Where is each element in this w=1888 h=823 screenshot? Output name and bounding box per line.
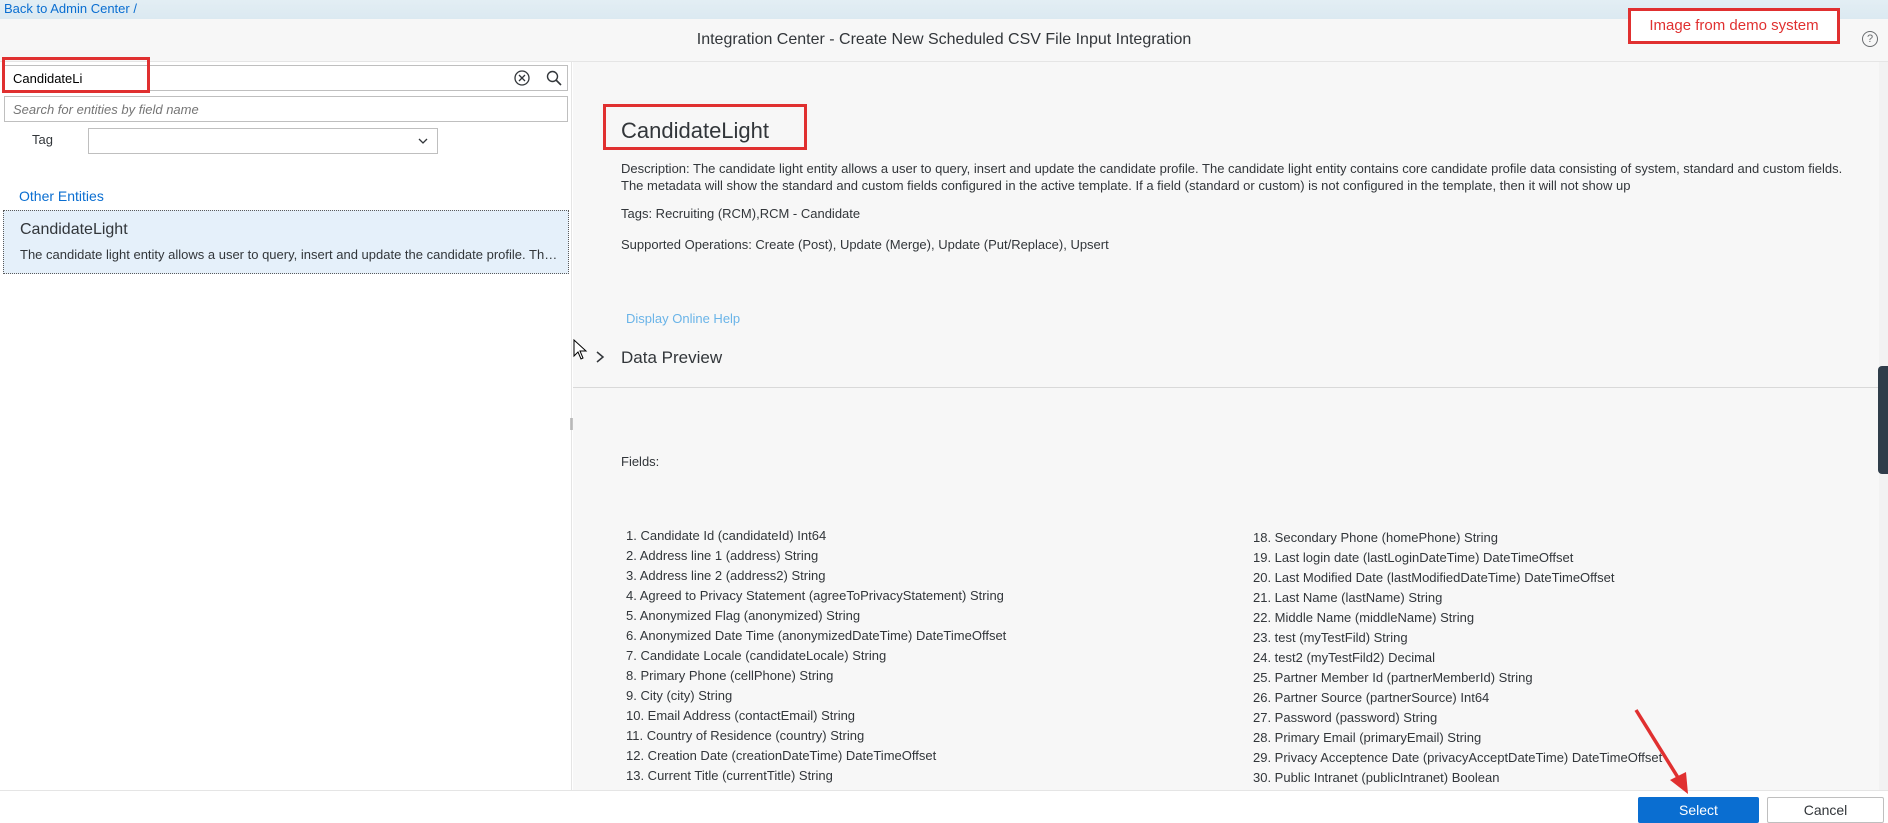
- mouse-cursor-icon: [573, 339, 588, 360]
- list-item-candidatelight[interactable]: CandidateLight The candidate light entit…: [3, 210, 569, 274]
- chevron-down-icon: [418, 138, 428, 144]
- field-row: 6. Anonymized Date Time (anonymizedDateT…: [626, 628, 1007, 643]
- field-row: 9. City (city) String: [626, 688, 733, 703]
- field-row: 5. Anonymized Flag (anonymized) String: [626, 608, 861, 623]
- list-item-title: CandidateLight: [20, 221, 128, 238]
- page-title: Integration Center - Create New Schedule…: [696, 31, 1192, 48]
- top-bar: Back to Admin Center /: [0, 0, 1888, 19]
- field-row: 27. Password (password) String: [1253, 710, 1438, 725]
- entity-detail-pane: CandidateLight Description: The candidat…: [573, 62, 1879, 790]
- field-row: 13. Current Title (currentTitle) String: [626, 768, 833, 783]
- field-row: 19. Last login date (lastLoginDateTime) …: [1253, 550, 1574, 565]
- select-button[interactable]: Select: [1638, 797, 1759, 823]
- entity-description: Description: The candidate light entity …: [621, 161, 1843, 193]
- fields-column-1: 1. Candidate Id (candidateId) Int64 2. A…: [626, 526, 1006, 786]
- data-preview-toggle[interactable]: Data Preview: [573, 334, 1879, 388]
- field-row: 2. Address line 1 (address) String: [626, 548, 819, 563]
- chevron-right-icon: [596, 351, 605, 363]
- group-label-other-entities: Other Entities: [19, 188, 104, 204]
- side-panel-tab[interactable]: [1878, 366, 1888, 474]
- footer-toolbar: Select Cancel: [0, 790, 1888, 823]
- tag-label: Tag: [32, 132, 53, 147]
- field-row: 28. Primary Email (primaryEmail) String: [1253, 730, 1482, 745]
- tag-select[interactable]: [88, 128, 438, 154]
- field-row: 1. Candidate Id (candidateId) Int64: [626, 528, 827, 543]
- field-row: 22. Middle Name (middleName) String: [1253, 610, 1475, 625]
- field-row: 21. Last Name (lastName) String: [1253, 590, 1443, 605]
- entity-tags: Tags: Recruiting (RCM),RCM - Candidate: [621, 206, 861, 221]
- red-arrow-annotation-icon: [1634, 709, 1688, 794]
- display-online-help-link[interactable]: Display Online Help: [626, 311, 740, 326]
- title-bar: Integration Center - Create New Schedule…: [0, 19, 1888, 62]
- field-row: 7. Candidate Locale (candidateLocale) St…: [626, 648, 887, 663]
- demo-system-annotation: Image from demo system: [1628, 8, 1840, 44]
- entity-heading: CandidateLight: [621, 118, 770, 143]
- cancel-button[interactable]: Cancel: [1767, 797, 1884, 823]
- field-row: 25. Partner Member Id (partnerMemberId) …: [1253, 670, 1533, 685]
- group-header-spacer: [0, 160, 572, 182]
- question-circle-icon[interactable]: ?: [1862, 31, 1878, 47]
- entity-list-pane: CandidateLi Tag Other Entities Candidate…: [0, 57, 572, 790]
- fields-label: Fields:: [621, 454, 660, 469]
- field-row: 4. Agreed to Privacy Statement (agreeToP…: [626, 588, 1004, 603]
- field-row: 3. Address line 2 (address2) String: [626, 568, 826, 583]
- field-row: 18. Secondary Phone (homePhone) String: [1253, 530, 1498, 545]
- field-row: 23. test (myTestFild) String: [1253, 630, 1408, 645]
- field-row: 26. Partner Source (partnerSource) Int64: [1253, 690, 1490, 705]
- list-item-description: The candidate light entity allows a user…: [20, 247, 560, 262]
- field-row: 30. Public Intranet (publicIntranet) Boo…: [1253, 770, 1500, 785]
- fields-column-2: 18. Secondary Phone (homePhone) String 1…: [1253, 528, 1662, 788]
- field-row: 10. Email Address (contactEmail) String: [626, 708, 856, 723]
- field-row: 29. Privacy Acceptence Date (privacyAcce…: [1253, 750, 1663, 765]
- search-icon[interactable]: [545, 69, 563, 87]
- field-row: 24. test2 (myTestFild2) Decimal: [1253, 650, 1436, 665]
- field-row: 20. Last Modified Date (lastModifiedDate…: [1253, 570, 1615, 585]
- field-row: 12. Creation Date (creationDateTime) Dat…: [626, 748, 937, 763]
- search-annotation-box: [2, 57, 150, 93]
- field-name-search-input[interactable]: [4, 96, 568, 122]
- field-row: 8. Primary Phone (cellPhone) String: [626, 668, 834, 683]
- back-to-admin-center-link[interactable]: Back to Admin Center /: [4, 1, 137, 16]
- clear-icon[interactable]: [513, 69, 531, 87]
- data-preview-label: Data Preview: [621, 348, 723, 367]
- entity-operations: Supported Operations: Create (Post), Upd…: [621, 237, 1109, 252]
- field-row: 11. Country of Residence (country) Strin…: [626, 728, 865, 743]
